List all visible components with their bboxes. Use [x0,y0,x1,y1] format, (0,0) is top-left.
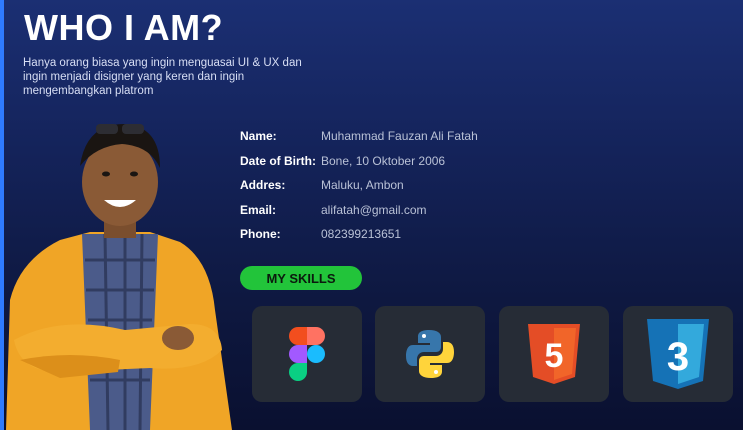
info-label: Date of Birth: [240,153,316,168]
skill-card-html5[interactable]: 5 [499,306,609,402]
info-row-address: Addres: Maluku, Ambon [240,173,478,198]
svg-text:3: 3 [667,335,689,379]
page-title: WHO I AM? [24,7,224,48]
info-value: Bone, 10 Oktober 2006 [321,153,446,168]
info-value: alifatah@gmail.com [321,202,427,217]
css3-icon: 3 [647,319,709,389]
info-value: 082399213651 [321,227,402,242]
info-label: Name: [240,129,277,144]
skill-card-python[interactable] [375,306,485,402]
info-row-phone: Phone: 082399213651 [240,222,478,247]
info-row-email: Email: alifatah@gmail.com [240,198,478,223]
html5-icon: 5 [528,324,580,384]
info-label: Phone: [240,227,281,242]
skill-card-figma[interactable] [252,306,362,402]
skill-card-css3[interactable]: 3 [623,306,733,402]
python-icon [406,330,454,378]
figma-icon [289,327,325,381]
info-row-birth: Date of Birth: Bone, 10 Oktober 2006 [240,149,478,174]
info-value: Maluku, Ambon [321,178,404,193]
profile-info: Name: Muhammad Fauzan Ali Fatah Date of … [240,124,478,247]
info-label: Email: [240,202,277,217]
info-value: Muhammad Fauzan Ali Fatah [321,129,478,144]
profile-photo [6,124,232,430]
svg-text:5: 5 [545,337,564,375]
my-skills-button[interactable]: MY SKILLS [240,266,362,290]
info-row-name: Name: Muhammad Fauzan Ali Fatah [240,124,478,149]
intro-description: Hanya orang biasa yang ingin menguasai U… [23,57,302,97]
info-label: Addres: [240,178,286,193]
